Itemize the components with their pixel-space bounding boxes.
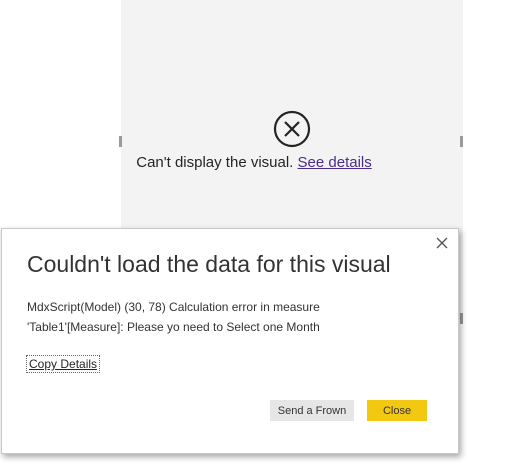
send-a-frown-button[interactable]: Send a Frown xyxy=(270,400,354,421)
error-details-line-1: MdxScript(Model) (30, 78) Calculation er… xyxy=(27,300,320,314)
resize-handle-right[interactable] xyxy=(460,136,463,147)
visual-error-text: Can't display the visual. xyxy=(136,154,294,171)
visual-error-message: Can't display the visual. See details xyxy=(0,154,508,171)
error-dialog: Couldn't load the data for this visual M… xyxy=(1,228,459,454)
resize-handle-bottom-right[interactable] xyxy=(460,313,463,324)
dialog-title: Couldn't load the data for this visual xyxy=(27,251,391,277)
close-icon[interactable] xyxy=(434,235,450,251)
copy-details-link[interactable]: Copy Details xyxy=(26,355,101,373)
resize-handle-left[interactable] xyxy=(119,136,122,147)
error-details-line-2: 'Table1'[Measure]: Please yo need to Sel… xyxy=(27,320,320,334)
dialog-error-details: MdxScript(Model) (30, 78) Calculation er… xyxy=(27,297,447,337)
error-circle-x-icon xyxy=(273,110,311,148)
see-details-link[interactable]: See details xyxy=(298,154,372,171)
close-button[interactable]: Close xyxy=(367,400,427,421)
